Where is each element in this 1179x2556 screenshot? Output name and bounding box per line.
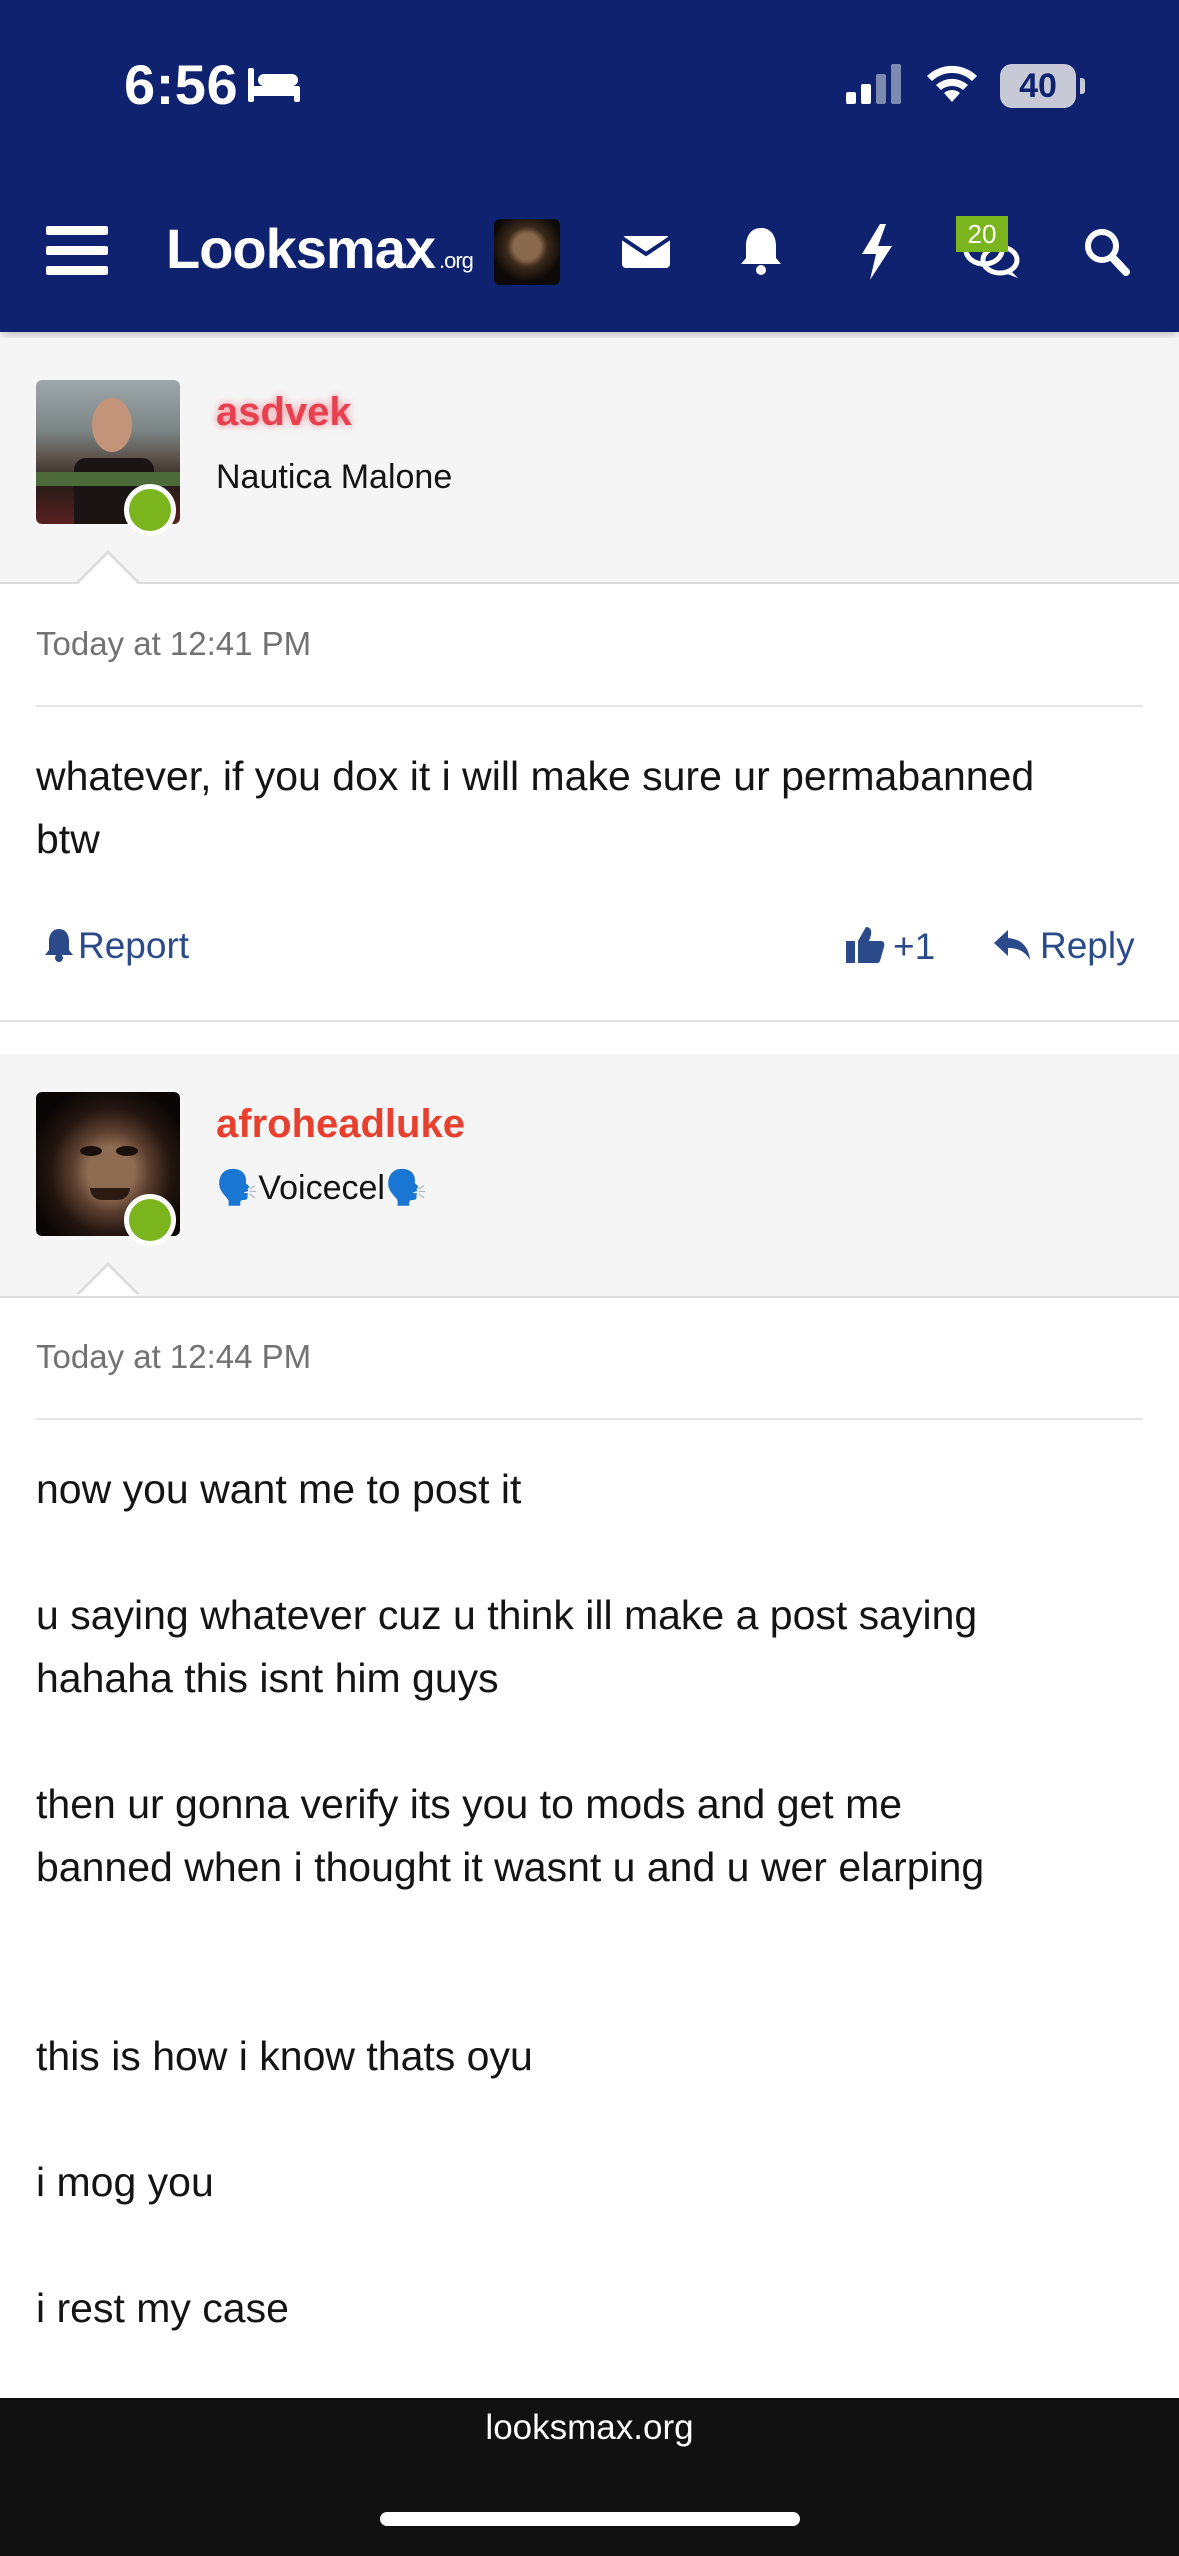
home-indicator[interactable]	[380, 2512, 800, 2526]
site-logo[interactable]: Looksmax .org	[166, 216, 474, 281]
bell-icon	[45, 929, 73, 962]
report-button[interactable]: Report	[44, 925, 189, 967]
status-time: 6:56	[124, 53, 239, 116]
post-body: now you want me to post it u saying what…	[36, 1466, 985, 2331]
search-icon[interactable]	[1084, 228, 1130, 276]
username-link[interactable]: afroheadluke	[216, 1102, 465, 1147]
thumbs-up-icon	[846, 927, 885, 963]
battery-icon: 40	[1000, 64, 1076, 108]
messages-badge: 20	[956, 216, 1008, 252]
post-separator	[0, 1020, 1179, 1022]
report-label: Report	[78, 925, 190, 966]
post-timestamp[interactable]: Today at 12:44 PM	[36, 1338, 311, 1376]
reply-icon	[994, 930, 1030, 960]
signal-icon	[846, 64, 901, 104]
logo-main: Looksmax	[166, 217, 436, 280]
post-pointer	[78, 1266, 138, 1296]
top-navigation-bar	[0, 0, 1179, 332]
username-link[interactable]: asdvek	[216, 390, 352, 435]
user-title: Nautica Malone	[216, 458, 453, 496]
post-body: whatever, if you dox it i will make sure…	[36, 753, 1035, 862]
reply-button[interactable]: Reply	[992, 925, 1135, 967]
like-count: +1	[893, 926, 936, 967]
bolt-icon[interactable]	[860, 224, 894, 280]
online-indicator	[124, 484, 176, 536]
reply-label: Reply	[1040, 925, 1135, 966]
online-indicator	[124, 1194, 176, 1246]
like-button[interactable]: +1	[845, 925, 935, 968]
bell-icon[interactable]	[739, 226, 783, 276]
avatar[interactable]	[494, 219, 560, 285]
battery-level: 40	[1019, 67, 1057, 105]
bed-icon	[248, 68, 300, 102]
battery-tip	[1080, 78, 1085, 94]
user-title: 🗣️Voicecel🗣️	[216, 1169, 428, 1207]
divider	[36, 1418, 1143, 1420]
divider	[36, 705, 1143, 707]
menu-icon[interactable]	[46, 224, 108, 278]
logo-suffix: .org	[439, 248, 474, 273]
wifi-icon	[927, 65, 977, 102]
url-bar[interactable]: looksmax.org	[0, 2408, 1179, 2448]
post-timestamp[interactable]: Today at 12:41 PM	[36, 625, 311, 663]
envelope-icon[interactable]	[622, 232, 670, 270]
post-pointer	[78, 554, 138, 584]
